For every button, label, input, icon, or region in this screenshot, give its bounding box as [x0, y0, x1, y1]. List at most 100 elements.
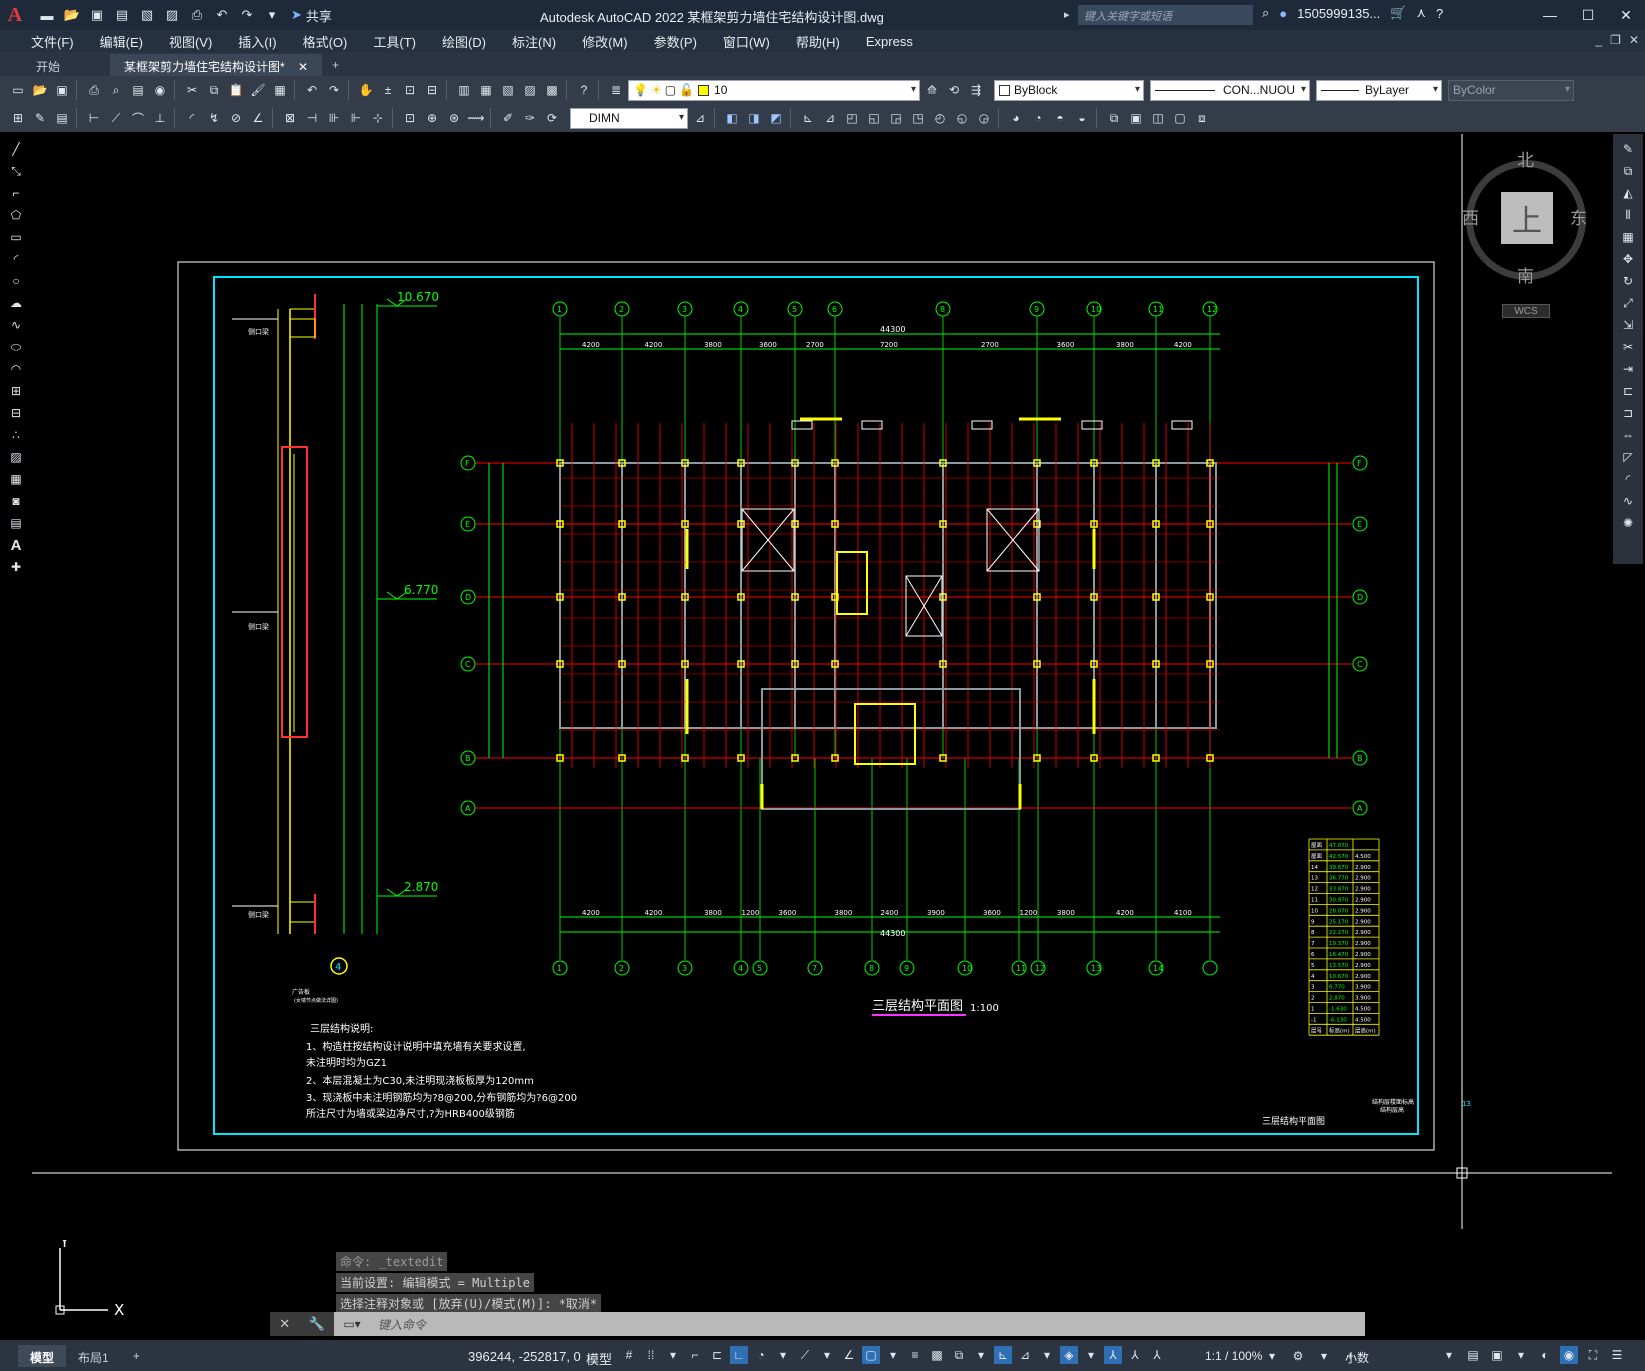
hatch-icon[interactable]: ▨ — [6, 448, 26, 466]
chamfer-icon[interactable]: ◸ — [1618, 448, 1638, 466]
help-icon[interactable]: ? — [574, 80, 594, 100]
tab-drawing[interactable]: 某框架剪力墙住宅结构设计图* ✕ — [110, 54, 323, 76]
menu-edit[interactable]: 编辑(E) — [87, 32, 156, 51]
publish-icon[interactable]: ▧ — [136, 5, 158, 25]
fillet-icon[interactable]: ◜ — [1618, 470, 1638, 488]
design-center-icon[interactable]: ▦ — [476, 80, 496, 100]
color-dropdown[interactable]: ByBlock ▾ — [994, 79, 1144, 101]
extrude-icon[interactable]: ◨ — [744, 108, 764, 128]
add-selected-icon[interactable]: ✚ — [6, 558, 26, 576]
tool-palettes-icon[interactable]: ▧ — [498, 80, 518, 100]
rectangle-icon[interactable]: ▭ — [6, 228, 26, 246]
erase-icon[interactable]: ✎ — [1618, 140, 1638, 158]
construction-line-icon[interactable]: ⤡ — [6, 162, 26, 180]
ucs-object-icon[interactable]: ◲ — [886, 108, 906, 128]
viewcube-top-face[interactable]: 上 — [1501, 192, 1553, 244]
cut-icon[interactable]: ✂ — [182, 80, 202, 100]
point-icon[interactable]: ∴ — [6, 426, 26, 444]
move-icon[interactable]: ✥ — [1618, 250, 1638, 268]
gizmo-dropdown-icon[interactable]: ▾ — [1082, 1346, 1100, 1364]
extend-icon[interactable]: ⇥ — [1618, 360, 1638, 378]
ucs-3point-icon[interactable]: ◶ — [974, 108, 994, 128]
break-at-point-icon[interactable]: ⊏ — [1618, 382, 1638, 400]
make-block-icon[interactable]: ⊟ — [6, 404, 26, 422]
menu-view[interactable]: 视图(V) — [156, 32, 225, 51]
dynamic-ucs-dropdown-icon[interactable]: ▾ — [1038, 1346, 1056, 1364]
angular-dim-icon[interactable]: ∠ — [248, 108, 268, 128]
linetype-dropdown[interactable]: CON...NUOU ▾ — [1150, 79, 1310, 101]
copy-icon[interactable]: ⧉ — [204, 80, 224, 100]
match-properties-icon[interactable]: 🖌 — [248, 80, 268, 100]
presspull-icon[interactable]: ◩ — [766, 108, 786, 128]
arc-length-icon[interactable]: ⌒ — [128, 108, 148, 128]
lock-dropdown-icon[interactable]: ▾ — [1512, 1346, 1530, 1364]
layer-previous-icon[interactable]: ⟲ — [944, 80, 964, 100]
pan-icon[interactable]: ✋ — [356, 80, 376, 100]
space-dim-icon[interactable]: ⊩ — [346, 108, 366, 128]
wcs-menu[interactable]: WCS — [1502, 304, 1550, 318]
tolerance-icon[interactable]: ⊡ — [400, 108, 420, 128]
save-icon[interactable]: ▣ — [86, 5, 108, 25]
linear-dim-icon[interactable]: ⊢ — [84, 108, 104, 128]
user-name[interactable]: 1505999135... — [1297, 6, 1380, 21]
stretch-icon[interactable]: ⇲ — [1618, 316, 1638, 334]
osnap-dropdown-icon[interactable]: ▾ — [884, 1346, 902, 1364]
jogged-dim-icon[interactable]: ↯ — [204, 108, 224, 128]
save-as-icon[interactable]: ▤ — [111, 5, 133, 25]
tab-close-icon[interactable]: ✕ — [298, 60, 308, 74]
search-arrow-icon[interactable]: ▸ — [1064, 8, 1070, 21]
region-icon[interactable]: ◙ — [6, 492, 26, 510]
viewcube[interactable]: 上 北 南 东 西 WCS — [1462, 148, 1592, 318]
preview-icon[interactable]: ⌕ — [106, 80, 126, 100]
menu-format[interactable]: 格式(O) — [290, 32, 361, 51]
continue-dim-icon[interactable]: ⊪ — [324, 108, 344, 128]
insert-block-icon[interactable]: ⊞ — [6, 382, 26, 400]
selection-dropdown-icon[interactable]: ▾ — [972, 1346, 990, 1364]
open-folder-icon[interactable]: 📂 — [61, 5, 83, 25]
customization-icon[interactable]: ☰ — [1608, 1346, 1626, 1364]
selection-cycling-icon[interactable]: ⧉ — [950, 1346, 968, 1364]
polar-icon[interactable]: ◔ — [752, 1346, 770, 1364]
join-icon[interactable]: ⇔ — [1618, 426, 1638, 444]
help-search-input[interactable]: 键入关键字或短语 — [1078, 5, 1253, 25]
jogged-linear-icon[interactable]: ⟿ — [466, 108, 486, 128]
zoom-previous-icon[interactable]: ⊟ — [422, 80, 442, 100]
ordinate-dim-icon[interactable]: ⊥ — [150, 108, 170, 128]
menu-tools[interactable]: 工具(T) — [360, 32, 429, 51]
polar-dropdown-icon[interactable]: ▾ — [774, 1346, 792, 1364]
quick-properties-icon[interactable]: ▤ — [1464, 1346, 1482, 1364]
text-style-icon[interactable]: ▤ — [52, 108, 72, 128]
workspace-dropdown-icon[interactable]: ▾ — [1314, 1346, 1334, 1366]
qat-dropdown-icon[interactable]: ▾ — [261, 5, 283, 25]
clean-screen-icon[interactable]: ⛶ — [1584, 1346, 1602, 1364]
mtext-icon[interactable]: A — [6, 536, 26, 554]
dim-style-manager-icon[interactable]: ⊿ — [690, 108, 710, 128]
ellipse-arc-icon[interactable]: ◠ — [6, 360, 26, 378]
model-space-button[interactable]: 模型 — [586, 1349, 612, 1368]
compass-west[interactable]: 西 — [1462, 204, 1479, 229]
clip-icon[interactable]: ◫ — [1148, 108, 1168, 128]
baseline-dim-icon[interactable]: ⊣ — [302, 108, 322, 128]
ucs-previous-icon[interactable]: ◰ — [842, 108, 862, 128]
undo-icon[interactable]: ↶ — [211, 5, 233, 25]
annotation-visibility-icon[interactable]: ⅄ — [1104, 1346, 1122, 1364]
compass-east[interactable]: 东 — [1570, 204, 1587, 229]
grid-icon[interactable]: # — [620, 1346, 638, 1364]
scale-dropdown-icon[interactable]: ▾ — [1262, 1346, 1282, 1366]
table-icon[interactable]: ▤ — [6, 514, 26, 532]
new-file-icon[interactable]: ▬ — [36, 5, 58, 25]
radius-dim-icon[interactable]: ◜ — [182, 108, 202, 128]
center-mark-icon[interactable]: ⊕ — [422, 108, 442, 128]
menu-parametric[interactable]: 参数(P) — [641, 32, 710, 51]
transparency-icon[interactable]: ▩ — [928, 1346, 946, 1364]
ucs-origin-icon[interactable]: ◴ — [930, 108, 950, 128]
visual-style-icon[interactable]: ◕ — [1006, 108, 1026, 128]
aligned-dim-icon[interactable]: ⟋ — [106, 108, 126, 128]
publish-icon[interactable]: ▤ — [128, 80, 148, 100]
auto-scale-icon[interactable]: ⅄ — [1126, 1346, 1144, 1364]
inspection-icon[interactable]: ⊛ — [444, 108, 464, 128]
units-readout[interactable]: 小数 — [1345, 1349, 1369, 1366]
command-prompt-icon[interactable]: ▭▾ — [334, 1317, 370, 1331]
mirror-icon[interactable]: ◭ — [1618, 184, 1638, 202]
zoom-realtime-icon[interactable]: ± — [378, 80, 398, 100]
